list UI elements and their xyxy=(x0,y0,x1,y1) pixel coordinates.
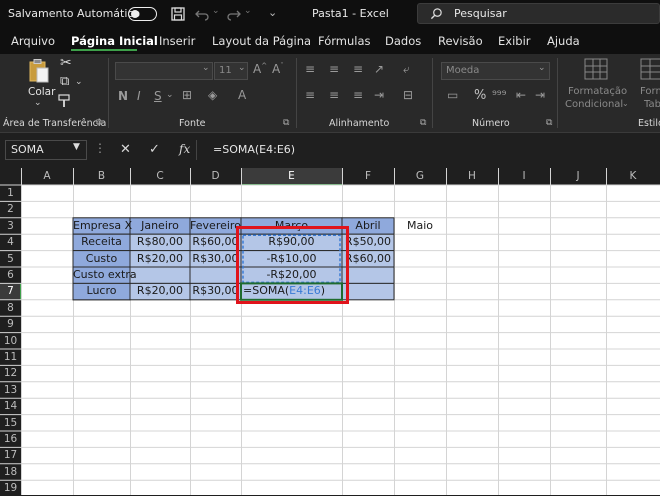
table-data-cell[interactable]: Custo extra xyxy=(73,267,137,283)
row-header-18[interactable]: 18 xyxy=(0,464,21,480)
table-cell xyxy=(341,266,395,284)
table-data-cell[interactable]: R$50,00 xyxy=(342,234,394,250)
column-header-k[interactable]: K xyxy=(606,168,660,184)
row-header-17[interactable]: 17 xyxy=(0,447,21,463)
row-header-4[interactable]: 4 xyxy=(0,234,21,250)
row-header-1[interactable]: 1 xyxy=(0,185,21,201)
table-data-cell[interactable]: R$20,00 xyxy=(130,251,190,267)
table-data-cell[interactable]: R$30,00 xyxy=(190,251,241,267)
row-header-6[interactable]: 6 xyxy=(0,267,21,283)
row-header-10[interactable]: 10 xyxy=(0,333,21,349)
column-header-a[interactable]: A xyxy=(21,168,73,184)
column-header-c[interactable]: C xyxy=(130,168,190,184)
row-header-14[interactable]: 14 xyxy=(0,398,21,414)
table-data-cell[interactable]: R$30,00 xyxy=(190,283,241,299)
table-data-cell[interactable]: R$80,00 xyxy=(130,234,190,250)
table-header-cell[interactable]: Maio xyxy=(394,218,446,234)
row-header-8[interactable]: 8 xyxy=(0,300,21,316)
column-header-i[interactable]: I xyxy=(498,168,550,184)
table-data-cell[interactable]: R$20,00 xyxy=(130,283,190,299)
column-header-g[interactable]: G xyxy=(394,168,446,184)
column-header-e[interactable]: E xyxy=(241,168,342,184)
row-header-9[interactable]: 9 xyxy=(0,316,21,332)
row-header-12[interactable]: 12 xyxy=(0,365,21,381)
table-data-cell[interactable]: R$60,00 xyxy=(342,251,394,267)
row-header-3[interactable]: 3 xyxy=(0,218,21,234)
table-cell xyxy=(129,266,191,284)
table-data-cell[interactable]: Lucro xyxy=(73,283,130,299)
row-header-19[interactable]: 19 xyxy=(0,480,21,496)
table-header-cell[interactable]: Fevereiro xyxy=(190,218,241,234)
table-header-cell[interactable]: Empresa X xyxy=(73,218,132,234)
row-header-5[interactable]: 5 xyxy=(0,251,21,267)
table-header-cell[interactable]: Janeiro xyxy=(130,218,190,234)
table-data-cell[interactable]: Receita xyxy=(73,234,130,250)
row-header-16[interactable]: 16 xyxy=(0,431,21,447)
row-header-11[interactable]: 11 xyxy=(0,349,21,365)
column-header-h[interactable]: H xyxy=(446,168,498,184)
table-header-cell[interactable]: Abril xyxy=(342,218,394,234)
table-data-cell[interactable]: R$60,00 xyxy=(190,234,241,250)
table-cell xyxy=(189,266,242,284)
column-header-f[interactable]: F xyxy=(342,168,394,184)
row-header-15[interactable]: 15 xyxy=(0,415,21,431)
column-header-d[interactable]: D xyxy=(190,168,241,184)
highlight-box xyxy=(236,226,349,304)
column-header-b[interactable]: B xyxy=(73,168,130,184)
row-header-13[interactable]: 13 xyxy=(0,382,21,398)
row-header-2[interactable]: 2 xyxy=(0,201,21,217)
column-header-j[interactable]: J xyxy=(550,168,606,184)
row-header-7[interactable]: 7 xyxy=(0,283,21,299)
table-data-cell[interactable]: Custo xyxy=(73,251,130,267)
table-cell xyxy=(341,282,395,301)
